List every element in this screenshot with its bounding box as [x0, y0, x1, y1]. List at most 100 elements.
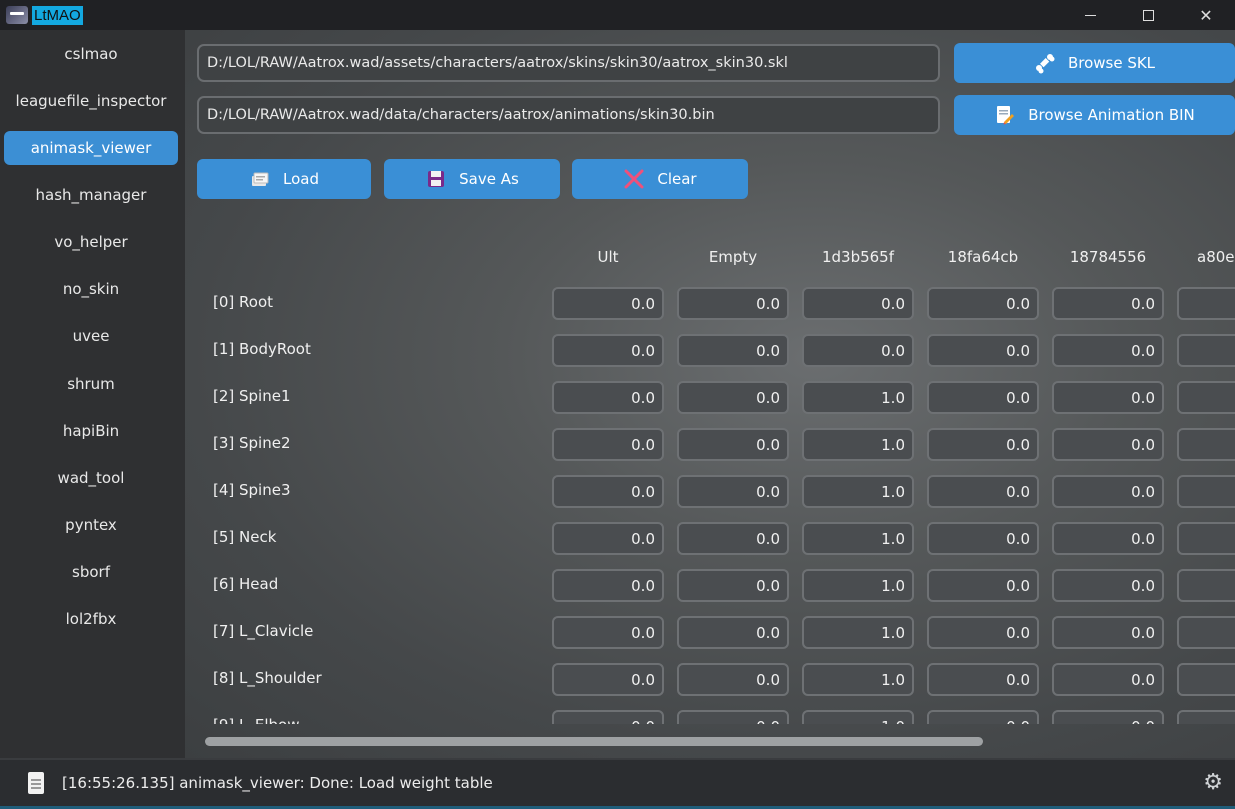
weight-cell[interactable]: 0.0: [552, 381, 664, 414]
row-label: [3] Spine2: [213, 434, 291, 452]
weight-cell[interactable]: [1177, 663, 1235, 696]
weight-cell[interactable]: 0.0: [1052, 616, 1164, 649]
weight-table: [0] Root 0.0 0.0 0.0 0.0 0.0 [1] BodyRoot 0.0 0.…: [185, 30, 1235, 724]
gear-icon[interactable]: ⚙: [1203, 770, 1223, 795]
weight-cell[interactable]: 1.0: [802, 522, 914, 555]
row-label: [4] Spine3: [213, 481, 291, 499]
weight-cell[interactable]: 1.0: [802, 475, 914, 508]
weight-cell[interactable]: 0.0: [802, 287, 914, 320]
weight-cell[interactable]: 0.0: [677, 569, 789, 602]
weight-cell[interactable]: 0.0: [552, 710, 664, 724]
status-message: [16:55:26.135] animask_viewer: Done: Loa…: [62, 774, 493, 792]
sidebar-item-pyntex[interactable]: pyntex: [4, 508, 178, 542]
close-icon: ✕: [1199, 5, 1213, 25]
weight-cell[interactable]: 0.0: [677, 616, 789, 649]
weight-cell[interactable]: 0.0: [927, 334, 1039, 367]
weight-cell[interactable]: [1177, 475, 1235, 508]
weight-cell[interactable]: [1177, 381, 1235, 414]
weight-cell[interactable]: 0.0: [552, 616, 664, 649]
row-label: [5] Neck: [213, 528, 277, 546]
row-label: [9] L_Elbow: [213, 716, 299, 724]
sidebar-item-animask-viewer[interactable]: animask_viewer: [4, 131, 178, 165]
weight-cell[interactable]: 0.0: [927, 569, 1039, 602]
weight-cell[interactable]: 0.0: [1052, 428, 1164, 461]
weight-cell[interactable]: 0.0: [677, 663, 789, 696]
weight-cell[interactable]: [1177, 287, 1235, 320]
weight-cell[interactable]: 0.0: [552, 428, 664, 461]
weight-cell[interactable]: 0.0: [927, 428, 1039, 461]
weight-cell[interactable]: 0.0: [552, 569, 664, 602]
weight-cell[interactable]: 0.0: [1052, 569, 1164, 602]
document-icon[interactable]: [28, 772, 44, 794]
weight-cell[interactable]: 1.0: [802, 663, 914, 696]
sidebar-item-leaguefile-inspector[interactable]: leaguefile_inspector: [4, 84, 178, 118]
weight-cell[interactable]: 1.0: [802, 710, 914, 724]
weight-cell[interactable]: [1177, 428, 1235, 461]
weight-cell[interactable]: 0.0: [677, 287, 789, 320]
close-button[interactable]: ✕: [1177, 0, 1235, 30]
sidebar-item-wad-tool[interactable]: wad_tool: [4, 461, 178, 495]
sidebar-item-hapibin[interactable]: hapiBin: [4, 414, 178, 448]
weight-cell[interactable]: 0.0: [1052, 663, 1164, 696]
sidebar-item-uvee[interactable]: uvee: [4, 319, 178, 353]
weight-cell[interactable]: 0.0: [677, 522, 789, 555]
weight-cell[interactable]: [1177, 522, 1235, 555]
weight-cell[interactable]: 0.0: [1052, 287, 1164, 320]
row-label: [2] Spine1: [213, 387, 291, 405]
weight-cell[interactable]: 0.0: [552, 334, 664, 367]
minimize-button[interactable]: [1061, 0, 1119, 30]
title-bar: LtMAO ✕: [0, 0, 1235, 30]
window-controls: ✕: [1061, 0, 1235, 30]
sidebar-item-no-skin[interactable]: no_skin: [4, 272, 178, 306]
sidebar-item-shrum[interactable]: shrum: [4, 367, 178, 401]
sidebar-item-cslmao[interactable]: cslmao: [4, 37, 178, 71]
sidebar: cslmao leaguefile_inspector animask_view…: [0, 30, 185, 758]
row-label: [8] L_Shoulder: [213, 669, 322, 687]
weight-cell[interactable]: 1.0: [802, 381, 914, 414]
weight-cell[interactable]: 0.0: [552, 522, 664, 555]
animask-viewer-panel: D:/LOL/RAW/Aatrox.wad/assets/characters/…: [185, 30, 1235, 758]
weight-cell[interactable]: 0.0: [1052, 334, 1164, 367]
row-label: [1] BodyRoot: [213, 340, 311, 358]
sidebar-item-lol2fbx[interactable]: lol2fbx: [4, 602, 178, 636]
weight-cell[interactable]: 0.0: [927, 616, 1039, 649]
app-title: LtMAO: [32, 5, 83, 25]
maximize-icon: [1142, 9, 1154, 21]
sidebar-item-sborf[interactable]: sborf: [4, 555, 178, 589]
weight-cell[interactable]: 1.0: [802, 569, 914, 602]
weight-cell[interactable]: [1177, 616, 1235, 649]
weight-cell[interactable]: 0.0: [1052, 381, 1164, 414]
weight-cell[interactable]: 0.0: [927, 381, 1039, 414]
maximize-button[interactable]: [1119, 0, 1177, 30]
weight-cell[interactable]: 0.0: [677, 710, 789, 724]
weight-cell[interactable]: 0.0: [802, 334, 914, 367]
sidebar-item-vo-helper[interactable]: vo_helper: [4, 225, 178, 259]
weight-cell[interactable]: 0.0: [1052, 475, 1164, 508]
weight-cell[interactable]: 0.0: [552, 475, 664, 508]
weight-cell[interactable]: 0.0: [677, 381, 789, 414]
row-label: [0] Root: [213, 293, 273, 311]
weight-cell[interactable]: 1.0: [802, 428, 914, 461]
weight-cell[interactable]: 0.0: [927, 522, 1039, 555]
weight-cell[interactable]: 0.0: [677, 428, 789, 461]
weight-cell[interactable]: 1.0: [802, 616, 914, 649]
weight-cell[interactable]: [1177, 710, 1235, 724]
weight-cell[interactable]: [1177, 334, 1235, 367]
weight-cell[interactable]: 0.0: [552, 663, 664, 696]
weight-cell[interactable]: [1177, 569, 1235, 602]
weight-cell[interactable]: 0.0: [927, 287, 1039, 320]
sidebar-item-hash-manager[interactable]: hash_manager: [4, 178, 178, 212]
weight-cell[interactable]: 0.0: [552, 287, 664, 320]
status-bar: [16:55:26.135] animask_viewer: Done: Loa…: [0, 758, 1235, 809]
weight-cell[interactable]: 0.0: [1052, 522, 1164, 555]
weight-cell[interactable]: 0.0: [927, 663, 1039, 696]
row-label: [7] L_Clavicle: [213, 622, 314, 640]
minimize-icon: [1084, 14, 1096, 16]
app-logo-icon: [6, 6, 28, 24]
weight-cell[interactable]: 0.0: [1052, 710, 1164, 724]
weight-cell[interactable]: 0.0: [927, 475, 1039, 508]
horizontal-scrollbar[interactable]: [205, 737, 983, 746]
weight-cell[interactable]: 0.0: [677, 475, 789, 508]
weight-cell[interactable]: 0.0: [927, 710, 1039, 724]
weight-cell[interactable]: 0.0: [677, 334, 789, 367]
